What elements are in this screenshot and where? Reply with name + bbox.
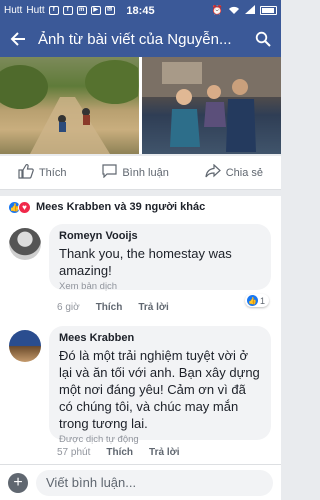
thumbs-up-icon (18, 163, 34, 182)
youtube-notification-icon: ▶ (90, 6, 101, 15)
comment-meta: 6 giờ Thích Trả lời (57, 302, 169, 313)
comment-bubble-icon (102, 164, 117, 181)
love-reaction-icon: ♥ (18, 200, 31, 214)
comment-reply-button[interactable]: Trả lời (149, 447, 179, 458)
comment-action[interactable]: Bình luận (102, 164, 169, 181)
comment-action-label: Bình luận (122, 166, 169, 179)
avatar[interactable] (9, 330, 41, 362)
share-action[interactable]: Chia sẻ (205, 163, 264, 181)
comments-list: Romeyn Vooijs Thank you, the homestay wa… (0, 218, 281, 464)
facebook-notification-icon: f (48, 6, 59, 15)
facebook-notification-icon-2: f (62, 6, 73, 15)
carrier-1: Hutt (4, 5, 23, 16)
carrier-2: Hutt (26, 5, 45, 16)
comment-input[interactable] (36, 469, 273, 496)
page-title: Ảnh từ bài viết của Nguyễn... (38, 30, 232, 48)
status-left: Hutt Hutt f f m ▶ ✉ (4, 5, 115, 16)
like-action-label: Thích (38, 166, 67, 179)
comment-bubble: Romeyn Vooijs Thank you, the homestay wa… (49, 224, 271, 292)
see-translation-link[interactable]: Xem bản dịch (59, 281, 261, 292)
wifi-icon (228, 5, 240, 17)
comment-like-count-value: 1 (259, 295, 265, 306)
comment-composer: + (0, 464, 281, 500)
comment-text: Đó là một trải nghiệm tuyệt vời ở lại và… (59, 348, 260, 431)
mail-notification-icon: ✉ (104, 6, 115, 15)
search-icon[interactable] (253, 29, 273, 49)
comment-author[interactable]: Romeyn Vooijs (59, 230, 261, 242)
add-attachment-icon[interactable]: + (8, 472, 28, 493)
comment-reply-button[interactable]: Trả lời (138, 302, 168, 313)
alarm-icon: ⏰ (211, 5, 223, 15)
comment-bubble: Mees Krabben Đó là một trải nghiệm tuyệt… (49, 326, 271, 445)
reactions-summary[interactable]: 👍 ♥ Mees Krabben và 39 người khác (0, 196, 281, 218)
reactions-text: Mees Krabben và 39 người khác (36, 201, 206, 213)
battery-icon (260, 6, 277, 15)
signal-icon (245, 5, 255, 16)
comment-like-count[interactable]: 👍 1 (244, 294, 269, 307)
comment-time: 6 giờ (57, 302, 80, 313)
comment-text: Thank you, the homestay was amazing! (59, 246, 232, 278)
app-bar: Ảnh từ bài viết của Nguyễn... (0, 21, 281, 57)
status-right: ⏰ (212, 5, 277, 17)
post-actions: Thích Bình luận Chia sẻ (0, 156, 281, 190)
comment-meta: 57 phút Thích Trả lời (57, 447, 180, 458)
back-arrow-icon[interactable] (8, 29, 28, 49)
messenger-notification-icon: m (76, 6, 87, 15)
like-action[interactable]: Thích (18, 163, 67, 182)
photo-homestay-group[interactable] (142, 57, 281, 154)
comment-like-button[interactable]: Thích (96, 302, 123, 313)
photo-village-road[interactable] (0, 57, 139, 154)
comment-time: 57 phút (57, 447, 91, 458)
share-action-label: Chia sẻ (225, 166, 264, 179)
avatar[interactable] (9, 228, 41, 260)
comment-like-button[interactable]: Thích (106, 447, 133, 458)
share-arrow-icon (205, 163, 221, 181)
comment-author[interactable]: Mees Krabben (59, 332, 261, 344)
auto-translated-note: Được dịch tự động (59, 434, 139, 445)
photo-strip (0, 57, 281, 154)
like-reaction-icon: 👍 (246, 295, 258, 306)
status-bar: Hutt Hutt f f m ▶ ✉ 18:45 ⏰ (0, 0, 281, 21)
